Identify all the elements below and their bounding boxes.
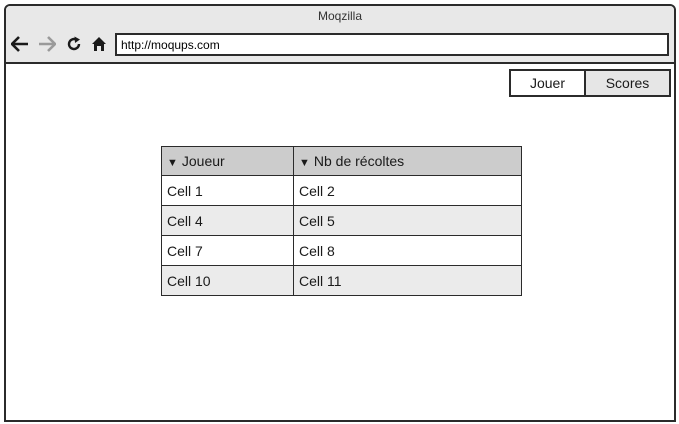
column-header-recoltes[interactable]: ▼ Nb de récoltes bbox=[293, 146, 522, 176]
table-row[interactable]: Cell 7 Cell 8 bbox=[161, 235, 522, 266]
reload-button[interactable] bbox=[64, 34, 84, 54]
table-cell: Cell 8 bbox=[293, 235, 522, 266]
arrow-right-icon bbox=[39, 36, 56, 52]
home-button[interactable] bbox=[89, 34, 109, 54]
table-cell: Cell 1 bbox=[161, 175, 294, 206]
table-cell: Cell 7 bbox=[161, 235, 294, 266]
tab-bar: Jouer Scores bbox=[509, 69, 671, 97]
scores-table: ▼ Joueur ▼ Nb de récoltes Cell 1 Cell 2 Ce… bbox=[161, 146, 522, 296]
table-row[interactable]: Cell 1 Cell 2 bbox=[161, 175, 522, 206]
url-input[interactable] bbox=[115, 33, 669, 56]
table-row[interactable]: Cell 4 Cell 5 bbox=[161, 205, 522, 236]
table-cell: Cell 10 bbox=[161, 265, 294, 296]
column-header-label: Joueur bbox=[181, 153, 225, 169]
forward-button[interactable] bbox=[37, 34, 57, 54]
table-cell: Cell 2 bbox=[293, 175, 522, 206]
sort-down-icon: ▼ bbox=[167, 157, 178, 169]
browser-chrome: Moqzilla bbox=[6, 6, 674, 64]
table-header-row: ▼ Joueur ▼ Nb de récoltes bbox=[161, 146, 522, 176]
home-icon bbox=[92, 37, 106, 51]
reload-icon bbox=[67, 36, 81, 51]
table-cell: Cell 4 bbox=[161, 205, 294, 236]
column-header-joueur[interactable]: ▼ Joueur bbox=[161, 146, 294, 176]
arrow-left-icon bbox=[11, 36, 28, 52]
table-cell: Cell 5 bbox=[293, 205, 522, 236]
table-row[interactable]: Cell 10 Cell 11 bbox=[161, 265, 522, 296]
tab-jouer[interactable]: Jouer bbox=[511, 71, 586, 95]
browser-window: Moqzilla Jouer Scor bbox=[4, 4, 676, 422]
sort-down-icon: ▼ bbox=[299, 157, 310, 169]
back-button[interactable] bbox=[10, 34, 30, 54]
window-title: Moqzilla bbox=[317, 9, 362, 23]
table-cell: Cell 11 bbox=[293, 265, 522, 296]
column-header-label: Nb de récoltes bbox=[313, 153, 405, 169]
tab-scores[interactable]: Scores bbox=[586, 71, 669, 95]
